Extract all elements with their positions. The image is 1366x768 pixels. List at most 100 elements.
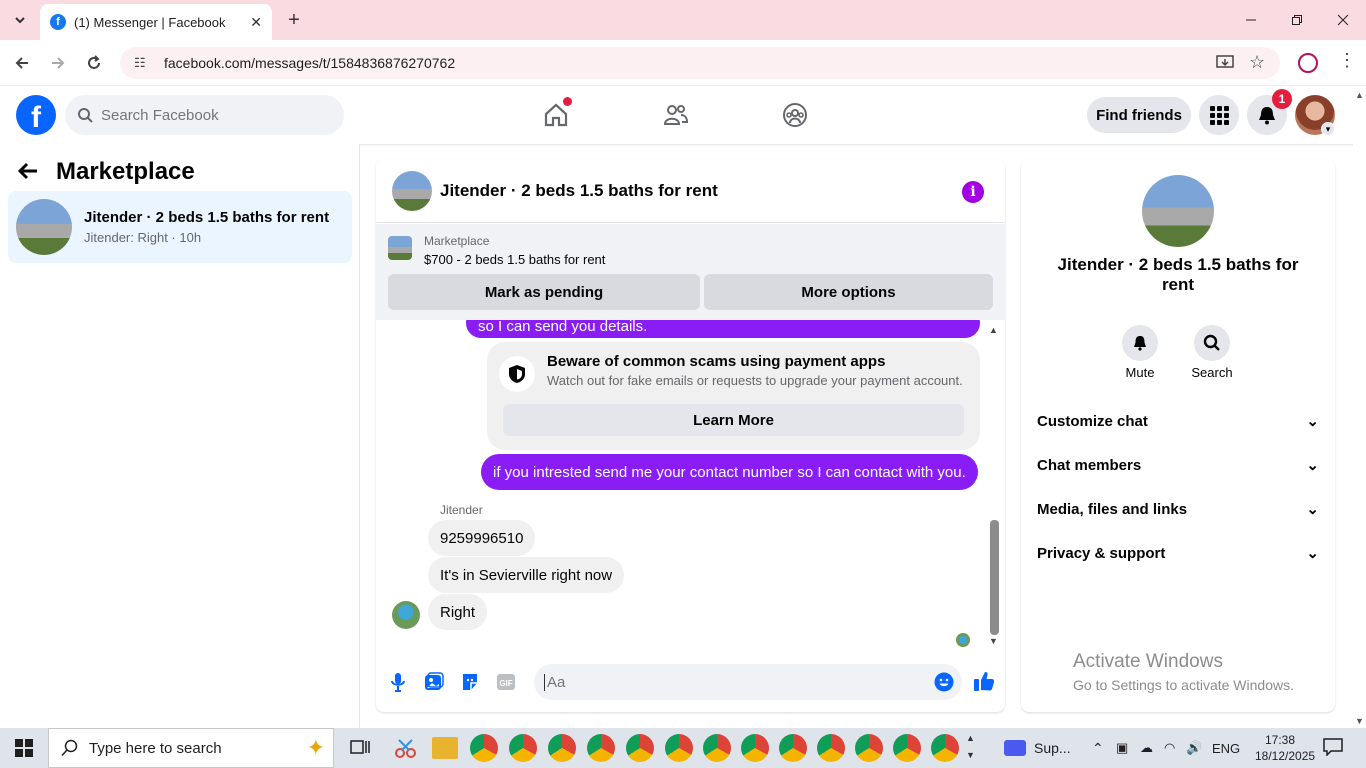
- section-label: Media, files and links: [1037, 500, 1188, 518]
- taskbar-search[interactable]: Type here to search ✦: [48, 728, 334, 768]
- chrome-icon[interactable]: [470, 734, 498, 762]
- more-options-button[interactable]: More options: [704, 274, 993, 310]
- arrow-left-icon: [15, 57, 28, 69]
- minimize-button[interactable]: [1228, 0, 1274, 40]
- chrome-icon[interactable]: [931, 734, 959, 762]
- chat-members-section[interactable]: Chat members ⌄: [1037, 445, 1319, 485]
- marketplace-label: Marketplace: [424, 234, 490, 248]
- facebook-search[interactable]: [65, 95, 344, 135]
- device-icon[interactable]: ▣: [1116, 728, 1128, 768]
- language-indicator[interactable]: ENG: [1212, 728, 1240, 768]
- menu-button[interactable]: [1199, 95, 1239, 135]
- chevron-down-icon: [15, 17, 25, 24]
- chrome-icon[interactable]: [817, 734, 845, 762]
- mark-as-pending-button[interactable]: Mark as pending: [388, 274, 700, 310]
- message-input[interactable]: [534, 664, 962, 700]
- windows-start-icon[interactable]: [0, 728, 48, 768]
- friends-nav[interactable]: [656, 97, 696, 133]
- reload-icon: [88, 55, 100, 69]
- facebook-favicon-icon: f: [50, 14, 66, 30]
- emoji-icon[interactable]: [934, 672, 954, 692]
- outgoing-message: if you intrested send me your contact nu…: [481, 454, 978, 490]
- snipping-tool-icon[interactable]: [393, 738, 419, 760]
- bookmark-star-icon[interactable]: ☆: [1249, 52, 1265, 73]
- wifi-icon[interactable]: ◠: [1164, 728, 1175, 768]
- arrow-right-icon: [52, 57, 65, 69]
- close-tab-icon[interactable]: ✕: [250, 14, 262, 31]
- sticker-icon[interactable]: [459, 671, 481, 693]
- microphone-icon[interactable]: [387, 671, 409, 693]
- chrome-icon[interactable]: [779, 734, 807, 762]
- chrome-icon[interactable]: [703, 734, 731, 762]
- taskbar-app-label: Sup...: [1034, 740, 1071, 756]
- volume-icon[interactable]: 🔊: [1186, 728, 1202, 768]
- media-files-links-section[interactable]: Media, files and links ⌄: [1037, 489, 1319, 529]
- home-nav[interactable]: [536, 97, 576, 133]
- install-app-icon[interactable]: [1216, 54, 1236, 74]
- chrome-icon[interactable]: [509, 734, 537, 762]
- facebook-header: f Find friends 1 ▾: [0, 87, 1366, 144]
- info-icon[interactable]: i: [962, 181, 984, 203]
- back-arrow-icon[interactable]: [17, 160, 38, 186]
- chrome-icon[interactable]: [855, 734, 883, 762]
- message-text-field[interactable]: [544, 673, 924, 691]
- gif-icon[interactable]: GIF: [495, 671, 517, 693]
- chrome-icon[interactable]: [741, 734, 769, 762]
- photo-icon[interactable]: [423, 671, 445, 693]
- groups-nav[interactable]: [775, 97, 815, 133]
- chrome-icon[interactable]: [665, 734, 693, 762]
- learn-more-button[interactable]: Learn More: [503, 404, 964, 436]
- mute-button[interactable]: [1122, 325, 1158, 361]
- svg-text:GIF: GIF: [499, 679, 512, 688]
- back-button[interactable]: [8, 49, 36, 77]
- notification-center-icon[interactable]: [1323, 738, 1343, 757]
- chat-header[interactable]: Jitender · 2 beds 1.5 baths for rent: [376, 159, 1005, 223]
- address-bar[interactable]: ☷ facebook.com/messages/t/15848368762707…: [120, 47, 1280, 79]
- file-explorer-icon[interactable]: [432, 737, 458, 759]
- profile-icon[interactable]: [1298, 53, 1318, 73]
- clock[interactable]: 17:38 18/12/2025: [1255, 732, 1315, 764]
- conversation-item[interactable]: Jitender · 2 beds 1.5 baths for rent Jit…: [8, 191, 352, 263]
- customize-chat-section[interactable]: Customize chat ⌄: [1037, 401, 1319, 441]
- thumbs-up-icon[interactable]: [972, 669, 996, 693]
- chevron-down-icon: ⌄: [1306, 501, 1319, 518]
- scroll-down-arrow-icon[interactable]: ▼: [989, 636, 998, 646]
- chat-title: Jitender · 2 beds 1.5 baths for rent: [440, 180, 718, 200]
- groups-icon: [783, 103, 807, 127]
- incoming-message: Right: [428, 594, 488, 630]
- activate-windows-watermark: Activate Windows Go to Settings to activ…: [1073, 651, 1294, 693]
- restore-button[interactable]: [1274, 0, 1320, 40]
- taskbar-app[interactable]: Sup...: [1004, 728, 1071, 768]
- close-window-button[interactable]: [1320, 0, 1366, 40]
- show-hidden-icons[interactable]: ⌃: [1092, 728, 1104, 768]
- page-scrollbar[interactable]: ▲ ▼: [1353, 88, 1366, 728]
- chat-avatar: [392, 170, 432, 211]
- browser-tab[interactable]: f (1) Messenger | Facebook ✕: [40, 4, 272, 40]
- chrome-icon[interactable]: [626, 734, 654, 762]
- taskbar-overflow-arrows[interactable]: ▲ ▼: [966, 730, 975, 764]
- conversation-preview: Jitender: Right · 10h: [84, 230, 202, 245]
- facebook-logo-icon[interactable]: f: [16, 95, 56, 135]
- video-app-icon: [1004, 740, 1026, 756]
- conversation-list-pane: Marketplace Jitender · 2 beds 1.5 baths …: [0, 144, 360, 728]
- new-tab-button[interactable]: +: [282, 8, 306, 32]
- find-friends-button[interactable]: Find friends: [1087, 97, 1191, 133]
- kebab-menu-icon[interactable]: ⋮: [1338, 50, 1356, 71]
- tab-search-dropdown[interactable]: [8, 8, 32, 32]
- search-conversation-button[interactable]: [1194, 325, 1230, 361]
- chevron-down-icon[interactable]: ▾: [1321, 122, 1335, 136]
- task-view-icon[interactable]: [349, 738, 371, 758]
- scroll-up-arrow-icon[interactable]: ▲: [989, 325, 998, 335]
- cloud-icon[interactable]: ☁: [1140, 728, 1153, 768]
- chrome-icon[interactable]: [893, 734, 921, 762]
- search-input[interactable]: [101, 106, 321, 124]
- chat-scrollbar-thumb[interactable]: [990, 520, 999, 635]
- forward-button[interactable]: [44, 49, 72, 77]
- reload-button[interactable]: [80, 49, 108, 77]
- site-settings-icon[interactable]: ☷: [134, 55, 150, 71]
- chrome-icon[interactable]: [587, 734, 615, 762]
- listing-title[interactable]: $700 - 2 beds 1.5 baths for rent: [424, 252, 605, 267]
- privacy-support-section[interactable]: Privacy & support ⌄: [1037, 533, 1319, 573]
- section-label: Chat members: [1037, 456, 1142, 474]
- chrome-icon[interactable]: [548, 734, 576, 762]
